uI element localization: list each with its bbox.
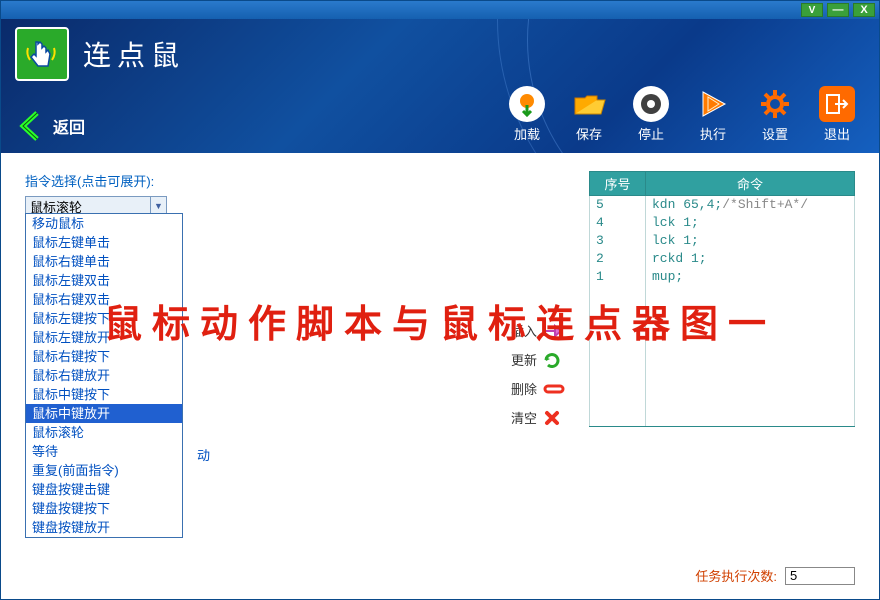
settings-button[interactable]: 设置 [757,86,793,143]
obscured-text: 动 [197,445,210,464]
table-row[interactable]: 4lck 1; [590,214,855,232]
hand-cursor-icon [22,34,62,74]
table-row[interactable]: 2rckd 1; [590,250,855,268]
clear-icon [543,409,561,427]
table-row[interactable] [590,286,855,427]
toolbar: 加载 保存 停止 执行 [509,86,865,143]
dropdown-item[interactable]: 移动鼠标 [26,214,182,233]
minimize-button[interactable]: — [827,3,849,17]
exec-count-label: 任务执行次数: [695,566,777,585]
delete-button[interactable]: 删除 [511,379,565,398]
command-dropdown[interactable]: 移动鼠标鼠标左键单击鼠标右键单击鼠标左键双击鼠标右键双击鼠标左键按下鼠标左键放开… [25,213,183,538]
exec-count-row: 任务执行次数: [695,566,855,585]
dropdown-item[interactable]: 键盘按键击键 [26,480,182,499]
app-logo [15,27,69,81]
table-row[interactable]: 3lck 1; [590,232,855,250]
dropdown-item[interactable]: 重复(前面指令) [26,461,182,480]
close-button[interactable]: X [853,3,875,17]
content-area: 指令选择(点击可展开): 鼠标滚轮 ▼ 动 移动鼠标鼠标左键单击鼠标右键单击鼠标… [1,153,879,599]
dropdown-item[interactable]: 鼠标滚轮 [26,423,182,442]
dropdown-item[interactable]: 鼠标左键双击 [26,271,182,290]
dropdown-item[interactable]: 等待 [26,442,182,461]
dropdown-item[interactable]: 键盘按键放开 [26,518,182,537]
load-icon [509,86,545,122]
app-title: 连点鼠 [83,34,185,74]
update-button[interactable]: 更新 [511,350,565,369]
back-chevron-icon [15,109,45,143]
clear-button[interactable]: 清空 [511,408,565,427]
dropdown-item[interactable]: 鼠标右键双击 [26,290,182,309]
refresh-icon [543,351,561,369]
save-button[interactable]: 保存 [571,86,607,143]
stop-button[interactable]: 停止 [633,86,669,143]
back-label: 返回 [53,114,85,138]
header: 连点鼠 返回 加载 保存 停止 [1,19,879,153]
action-buttons: 插入 更新 删除 清空 [511,321,565,427]
save-icon [571,86,607,122]
stop-icon [633,86,669,122]
delete-icon [543,383,565,395]
exec-count-input[interactable] [785,567,855,585]
run-button[interactable]: 执行 [695,86,731,143]
dropdown-item[interactable]: 键盘按键按下 [26,499,182,518]
col-command: 命令 [646,172,855,196]
load-button[interactable]: 加载 [509,86,545,143]
dropdown-item[interactable]: 鼠标左键放开 [26,328,182,347]
dropdown-item[interactable]: 鼠标中键放开 [26,404,182,423]
exit-button[interactable]: 退出 [819,86,855,143]
dropdown-item[interactable]: 鼠标右键单击 [26,252,182,271]
play-icon [695,86,731,122]
dropdown-item[interactable]: 鼠标右键按下 [26,347,182,366]
back-button[interactable]: 返回 [15,109,85,143]
exit-icon [819,86,855,122]
script-table[interactable]: 序号 命令 5kdn 65,4;/*Shift+A*/4lck 1;3lck 1… [589,171,855,427]
script-table-area: 序号 命令 5kdn 65,4;/*Shift+A*/4lck 1;3lck 1… [589,171,855,427]
table-row[interactable]: 5kdn 65,4;/*Shift+A*/ [590,196,855,214]
titlebar: V — X [1,1,879,19]
dropdown-item[interactable]: 鼠标中键按下 [26,385,182,404]
dropdown-item[interactable]: 鼠标左键按下 [26,309,182,328]
gear-icon [757,86,793,122]
insert-button[interactable]: 插入 [511,321,565,340]
col-index: 序号 [590,172,646,196]
version-button[interactable]: V [801,3,823,17]
arrow-right-icon [543,323,563,339]
table-row[interactable]: 1mup; [590,268,855,286]
dropdown-item[interactable]: 鼠标左键单击 [26,233,182,252]
dropdown-item[interactable]: 鼠标右键放开 [26,366,182,385]
